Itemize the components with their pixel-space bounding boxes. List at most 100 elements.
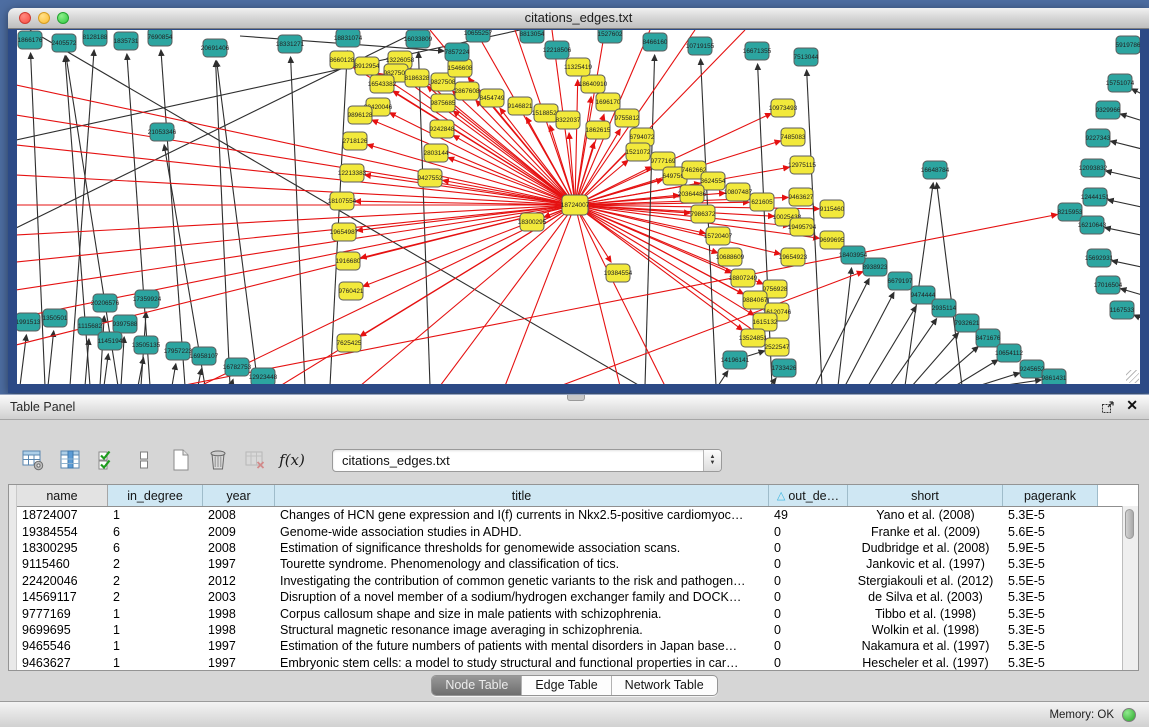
scrollbar-thumb[interactable] <box>1125 509 1134 539</box>
graph-node-label: 2522547 <box>765 344 790 351</box>
network-graph: 1872400786601288912954132260589827503818… <box>17 30 1140 384</box>
table-cell: 6 <box>108 525 203 539</box>
table-row[interactable]: 911546021997Tourette syndrome. Phenomeno… <box>17 556 1123 572</box>
select-all-icon[interactable] <box>94 447 120 473</box>
graph-node-label: 15720407 <box>704 233 733 240</box>
header-cell-pagerank[interactable]: pagerank <box>1003 485 1098 506</box>
table-cell: 9115460 <box>17 557 108 571</box>
show-columns-icon[interactable] <box>57 447 83 473</box>
table-cell: 18724007 <box>17 508 108 522</box>
graph-node-label: 10719155 <box>686 43 715 50</box>
panel-resize-grip[interactable] <box>567 395 585 401</box>
graph-node-label: 18107554 <box>328 198 357 205</box>
graph-node-label: 12975115 <box>788 162 816 169</box>
graph-edge <box>845 293 894 384</box>
close-panel-icon[interactable]: ✕ <box>1126 397 1138 414</box>
table-cell: Disruption of a novel member of a sodium… <box>275 590 769 604</box>
graph-node-label: 12444151 <box>1081 194 1110 201</box>
create-table-icon[interactable] <box>168 447 194 473</box>
graph-node-label: 10807487 <box>724 189 753 196</box>
memory-status-led-icon <box>1122 708 1136 722</box>
graph-node-label: 1527602 <box>598 31 623 38</box>
graph-edge <box>161 50 185 384</box>
table-cell: 5.3E-5 <box>1003 508 1098 522</box>
graph-node-label: 2803144 <box>424 150 449 157</box>
window-titlebar[interactable]: citations_edges.txt <box>8 8 1149 29</box>
graph-node-label: 8938923 <box>863 264 888 271</box>
graph-edge <box>645 55 655 384</box>
graph-node-label: 12093832 <box>1079 165 1108 172</box>
table-row[interactable]: 1456911722003Disruption of a novel membe… <box>17 589 1123 605</box>
table-cell: 2008 <box>203 541 275 555</box>
graph-node-label: 1546608 <box>448 65 473 72</box>
header-cell-out-de-[interactable]: △out_de… <box>769 485 848 506</box>
table-cell: Genome-wide association studies in ADHD. <box>275 525 769 539</box>
header-cell-title[interactable]: title <box>275 485 769 506</box>
table-cell: 2 <box>108 590 203 604</box>
table-cell: 5.3E-5 <box>1003 623 1098 637</box>
graph-node-label: 11325419 <box>564 64 592 71</box>
float-panel-icon[interactable] <box>1101 400 1115 414</box>
table-options-icon[interactable] <box>20 447 46 473</box>
table-row[interactable]: 946362711997Embryonic stem cells: a mode… <box>17 655 1123 671</box>
table-row[interactable]: 1938455462009Genome-wide association stu… <box>17 523 1123 539</box>
tab-edge-table[interactable]: Edge Table <box>521 676 610 695</box>
table-row[interactable]: 977716911998Corpus callosum shape and si… <box>17 605 1123 621</box>
table-cell: 0 <box>769 574 848 588</box>
graph-node-label: 5919786 <box>1116 42 1140 49</box>
table-cell: 5.3E-5 <box>1003 607 1098 621</box>
graph-node-label: 9115460 <box>820 206 845 213</box>
graph-node-label: 9755812 <box>615 115 640 122</box>
table-cell: 2008 <box>203 508 275 522</box>
table-cell: 1 <box>108 656 203 670</box>
graph-node-label: 9861431 <box>1042 375 1067 382</box>
graph-node-label: 7625425 <box>337 340 362 347</box>
graph-node-label: 10973493 <box>769 105 798 112</box>
graph-node-label: 20364486 <box>678 191 707 198</box>
graph-node-label: 2405572 <box>52 40 77 47</box>
table-cell: Wolkin et al. (1998) <box>848 623 1003 637</box>
table-row[interactable]: 946554611997Estimation of the future num… <box>17 638 1123 654</box>
table-cell: 5.3E-5 <box>1003 639 1098 653</box>
graph-node-label: 7485083 <box>781 134 806 141</box>
header-cell-short[interactable]: short <box>848 485 1003 506</box>
table-scrollbar[interactable] <box>1122 506 1138 670</box>
table-row[interactable]: 969969511998Structural magnetic resonanc… <box>17 622 1123 638</box>
table-row[interactable]: 1830029562008Estimation of significance … <box>17 540 1123 556</box>
network-canvas[interactable]: 1872400786601288912954132260589827503818… <box>17 30 1140 384</box>
table-cell: 1 <box>108 623 203 637</box>
table-cell: 1997 <box>203 656 275 670</box>
table-cell: 5.3E-5 <box>1003 656 1098 670</box>
header-cell-label: out_de… <box>788 489 839 503</box>
row-header-gutter <box>9 485 17 670</box>
graph-node-label: 3624554 <box>701 178 726 185</box>
delete-table-icon[interactable] <box>242 447 268 473</box>
graph-node-label: 14196141 <box>721 357 750 364</box>
table-row[interactable]: 1872400712008Changes of HCN gene express… <box>17 507 1123 523</box>
function-builder-icon[interactable]: f(x) <box>279 447 305 473</box>
header-cell-year[interactable]: year <box>203 485 275 506</box>
header-cell-name[interactable]: name <box>17 485 108 506</box>
table-selector-dropdown[interactable]: citations_edges.txt ▲▼ <box>332 449 722 472</box>
graph-node-label: 18300295 <box>518 219 547 226</box>
table-cell: 0 <box>769 623 848 637</box>
table-cell: 0 <box>769 590 848 604</box>
table-cell: Investigating the contribution of common… <box>275 574 769 588</box>
tab-node-table[interactable]: Node Table <box>432 676 521 695</box>
graph-node-label: 16958107 <box>190 353 219 360</box>
header-cell-in-degree[interactable]: in_degree <box>108 485 203 506</box>
graph-node-label: 9896128 <box>348 112 373 119</box>
graph-node-label: 12923448 <box>249 374 278 381</box>
table-cell: 1 <box>108 639 203 653</box>
table-cell: 5.6E-5 <box>1003 525 1098 539</box>
canvas-resize-grip[interactable] <box>1126 370 1139 383</box>
tab-network-table[interactable]: Network Table <box>611 676 717 695</box>
clear-selection-icon[interactable] <box>131 447 157 473</box>
graph-node-label: 9227343 <box>1086 135 1111 142</box>
table-cell: 1997 <box>203 557 275 571</box>
graph-edge <box>933 347 978 384</box>
table-cell: Dudbridge et al. (2008) <box>848 541 1003 555</box>
table-row[interactable]: 2242004622012Investigating the contribut… <box>17 573 1123 589</box>
delete-rows-trash-icon[interactable] <box>205 447 231 473</box>
graph-edge <box>440 205 575 384</box>
